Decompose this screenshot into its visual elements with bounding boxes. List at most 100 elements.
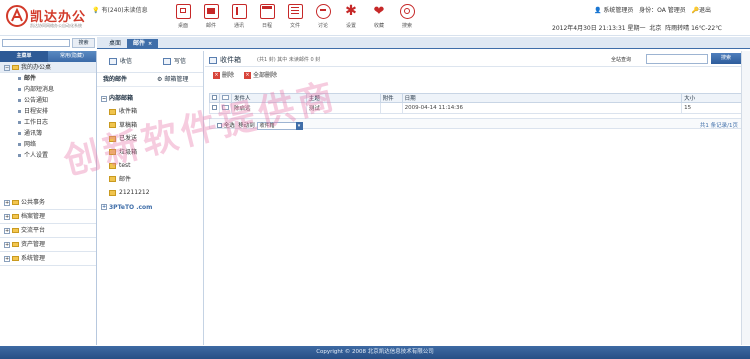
sidebar-group-system[interactable]: + 系统管理 — [0, 252, 96, 266]
file-icon — [287, 4, 303, 19]
folder-sent[interactable]: 已发送 — [97, 132, 203, 146]
query-input[interactable] — [646, 54, 708, 64]
table-row[interactable]: 陈启远 测试 2009-04-14 11:14:36 15 — [209, 102, 745, 114]
toolbar-settings-button[interactable]: ✱ 设置 — [340, 3, 362, 33]
folder-trash[interactable]: 垃圾箱 — [97, 146, 203, 160]
row-sender[interactable]: 陈启远 — [230, 102, 307, 114]
folder-icon — [109, 149, 116, 155]
sidebar-group-assets[interactable]: + 资产管理 — [0, 238, 96, 252]
folder-custom[interactable]: 21211212 — [97, 186, 203, 200]
sidebar-tabs: 主菜单 常用(隐藏) — [0, 51, 96, 62]
col-attachment[interactable]: 附件 — [379, 93, 403, 103]
table-footer: 全选 移动到 收件箱 ▾ 共1 条记录/1页 — [209, 118, 745, 130]
checkbox[interactable] — [212, 95, 217, 100]
mailbox-manage-link[interactable]: ⚙ 邮箱管理 — [157, 73, 188, 87]
delete-icon: × — [213, 72, 220, 79]
sidebar-group-public-affairs[interactable]: + 公共事务 — [0, 196, 96, 210]
search-input[interactable] — [2, 39, 70, 47]
logo-mark-icon — [6, 5, 28, 27]
logo: 凯达办公 凯达协同网络办公自动化系统 — [6, 3, 88, 33]
folder-mail[interactable]: 邮件 — [97, 173, 203, 187]
tab-mail[interactable]: 邮件 × — [127, 39, 159, 49]
sidebar-group-my-desk[interactable]: − 我的办公桌 — [0, 62, 96, 73]
gear-icon: ⚙ — [157, 76, 163, 83]
calendar-icon — [259, 4, 275, 19]
tab-common[interactable]: 常用(隐藏) — [48, 51, 96, 62]
envelope-icon — [221, 95, 229, 100]
checkbox[interactable] — [212, 105, 217, 110]
sidebar-item-contacts[interactable]: 通讯簿 — [0, 128, 96, 139]
city: 北京 — [649, 25, 662, 32]
row-checkbox-cell[interactable] — [209, 102, 220, 114]
folder-drafts[interactable]: 草稿箱 — [97, 119, 203, 133]
folder-icon — [12, 200, 19, 205]
delete-all-button[interactable]: × 全部删除 — [244, 70, 277, 79]
folder-inbox[interactable]: 收件箱 — [97, 105, 203, 119]
row-size: 15 — [681, 102, 745, 114]
sidebar-item-schedule[interactable]: 日程安排 — [0, 106, 96, 117]
folder-icon — [109, 135, 116, 142]
tab-main-menu[interactable]: 主菜单 — [0, 51, 48, 62]
query-button[interactable]: 搜索 — [711, 53, 741, 64]
sidebar-item-work-log[interactable]: 工作日志 — [0, 117, 96, 128]
folder-icon — [109, 122, 116, 128]
toolbar-contacts-button[interactable]: 通讯 — [228, 3, 250, 33]
unread-message-link[interactable]: 💡 有(240)未读信息 — [92, 5, 148, 14]
sidebar-group-archives[interactable]: + 档案管理 — [0, 210, 96, 224]
folder-icon — [109, 189, 116, 196]
expand-icon: + — [4, 255, 10, 262]
delete-button[interactable]: × 删除 — [213, 70, 234, 79]
scrollbar[interactable] — [741, 51, 750, 345]
col-subject[interactable]: 主题 — [305, 93, 381, 103]
delete-all-icon: × — [244, 72, 251, 79]
toolbar-calendar-button[interactable]: 日程 — [256, 3, 278, 33]
footer-actions: 全选 移动到 收件箱 ▾ — [217, 121, 303, 130]
toolbar-mail-button[interactable]: 邮件 — [200, 3, 222, 33]
weather: 阵雨转晴 16℃-22℃ — [665, 25, 722, 32]
select-all-header[interactable] — [209, 93, 220, 103]
logout-link[interactable]: 退出 — [699, 7, 711, 14]
tab-desktop[interactable]: 桌面 — [103, 39, 127, 49]
status-header — [218, 93, 232, 103]
toolbar-discussion-button[interactable]: 讨论 — [312, 3, 334, 33]
row-date: 2009-04-14 11:14:36 — [401, 102, 683, 114]
sidebar-item-network[interactable]: 网络 — [0, 139, 96, 150]
sidebar-item-notice[interactable]: 公告通知 — [0, 95, 96, 106]
select-all-label[interactable]: 全选 — [224, 123, 235, 129]
gear-icon: ✱ — [345, 3, 357, 19]
toolbar-search-button[interactable]: 搜索 — [396, 3, 418, 33]
expand-icon: + — [4, 213, 10, 220]
close-icon[interactable]: × — [148, 41, 152, 47]
user-name[interactable]: 系统管理员 — [603, 7, 633, 14]
compose-button[interactable]: 写信 — [163, 56, 186, 65]
search-button[interactable]: 搜索 — [72, 38, 95, 48]
col-date[interactable]: 日期 — [401, 93, 683, 103]
header: 凯达办公 凯达协同网络办公自动化系统 💡 有(240)未读信息 桌面 邮件 通讯 … — [0, 0, 750, 36]
sidebar-group-exchange[interactable]: + 交流平台 — [0, 224, 96, 238]
select-all-checkbox[interactable] — [217, 123, 222, 128]
toolbar-favorite-button[interactable]: ❤ 收藏 — [368, 3, 390, 33]
inbox-panel: 收件箱 (共1 封) 其中 未读邮件 0 封 全站查询 搜索 × 删除 × 全部删除… — [205, 51, 750, 345]
external-mailbox[interactable]: +3PTeTO .com — [97, 202, 203, 214]
toolbar-desktop-button[interactable]: 桌面 — [172, 3, 194, 33]
row-attachment — [379, 102, 403, 114]
chevron-down-icon[interactable]: ▾ — [295, 121, 303, 130]
search-icon — [399, 4, 415, 19]
toolbar-file-button[interactable]: 文件 — [284, 3, 306, 33]
row-subject[interactable]: 测试 — [305, 102, 381, 114]
heart-icon: ❤ — [373, 4, 385, 19]
sidebar: 主菜单 常用(隐藏) − 我的办公桌 邮件 内部短消息 公告通知 日程安排 工作日… — [0, 51, 97, 345]
sidebar-item-short-message[interactable]: 内部短消息 — [0, 84, 96, 95]
folder-icon — [109, 108, 116, 115]
receive-button[interactable]: 收信 — [109, 56, 132, 65]
sidebar-item-mail[interactable]: 邮件 — [0, 73, 96, 84]
expand-icon: + — [4, 199, 10, 206]
user-role: 身份：OA 管理员 — [639, 7, 686, 14]
folder-icon — [12, 228, 19, 233]
internal-mailbox[interactable]: − 内部邮箱 — [97, 93, 203, 105]
folder-test[interactable]: test — [97, 159, 203, 173]
col-sender[interactable]: 发件人 — [230, 93, 307, 103]
col-size[interactable]: 大小 — [681, 93, 745, 103]
sidebar-item-personal-settings[interactable]: 个人设置 — [0, 150, 96, 161]
move-target-select[interactable]: 收件箱 — [256, 121, 297, 130]
